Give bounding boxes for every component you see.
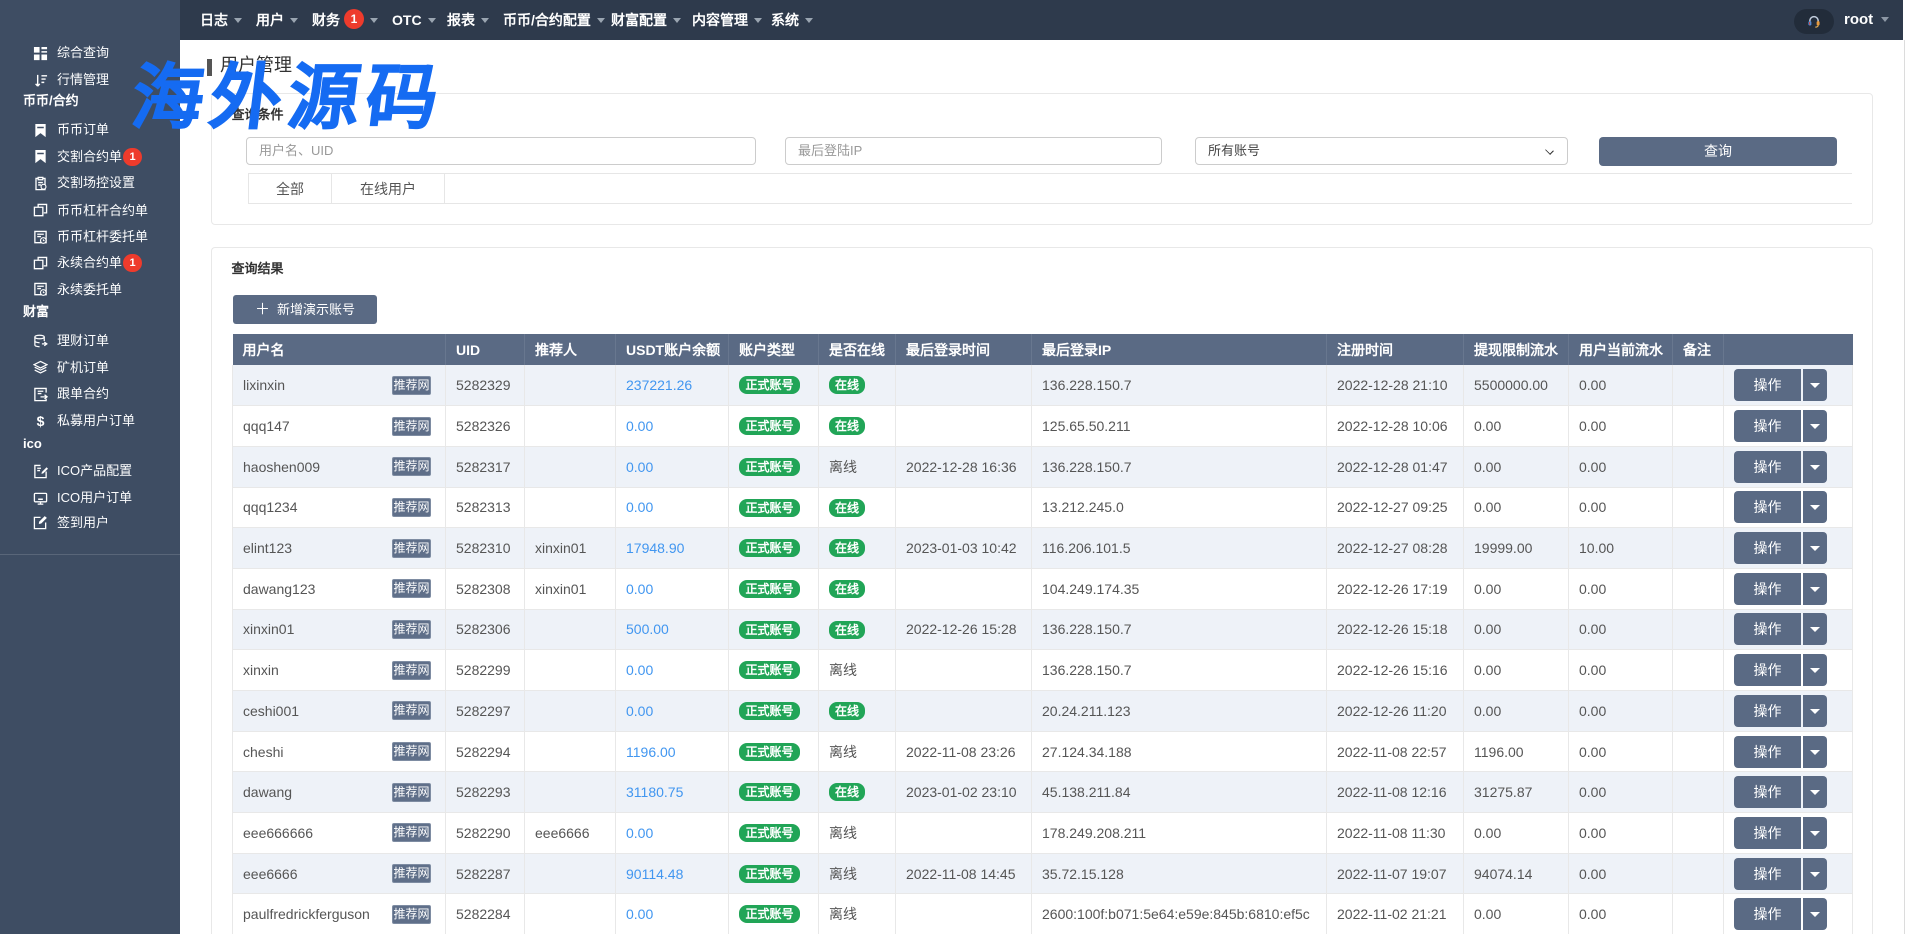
svg-text:$: $: [37, 414, 45, 429]
